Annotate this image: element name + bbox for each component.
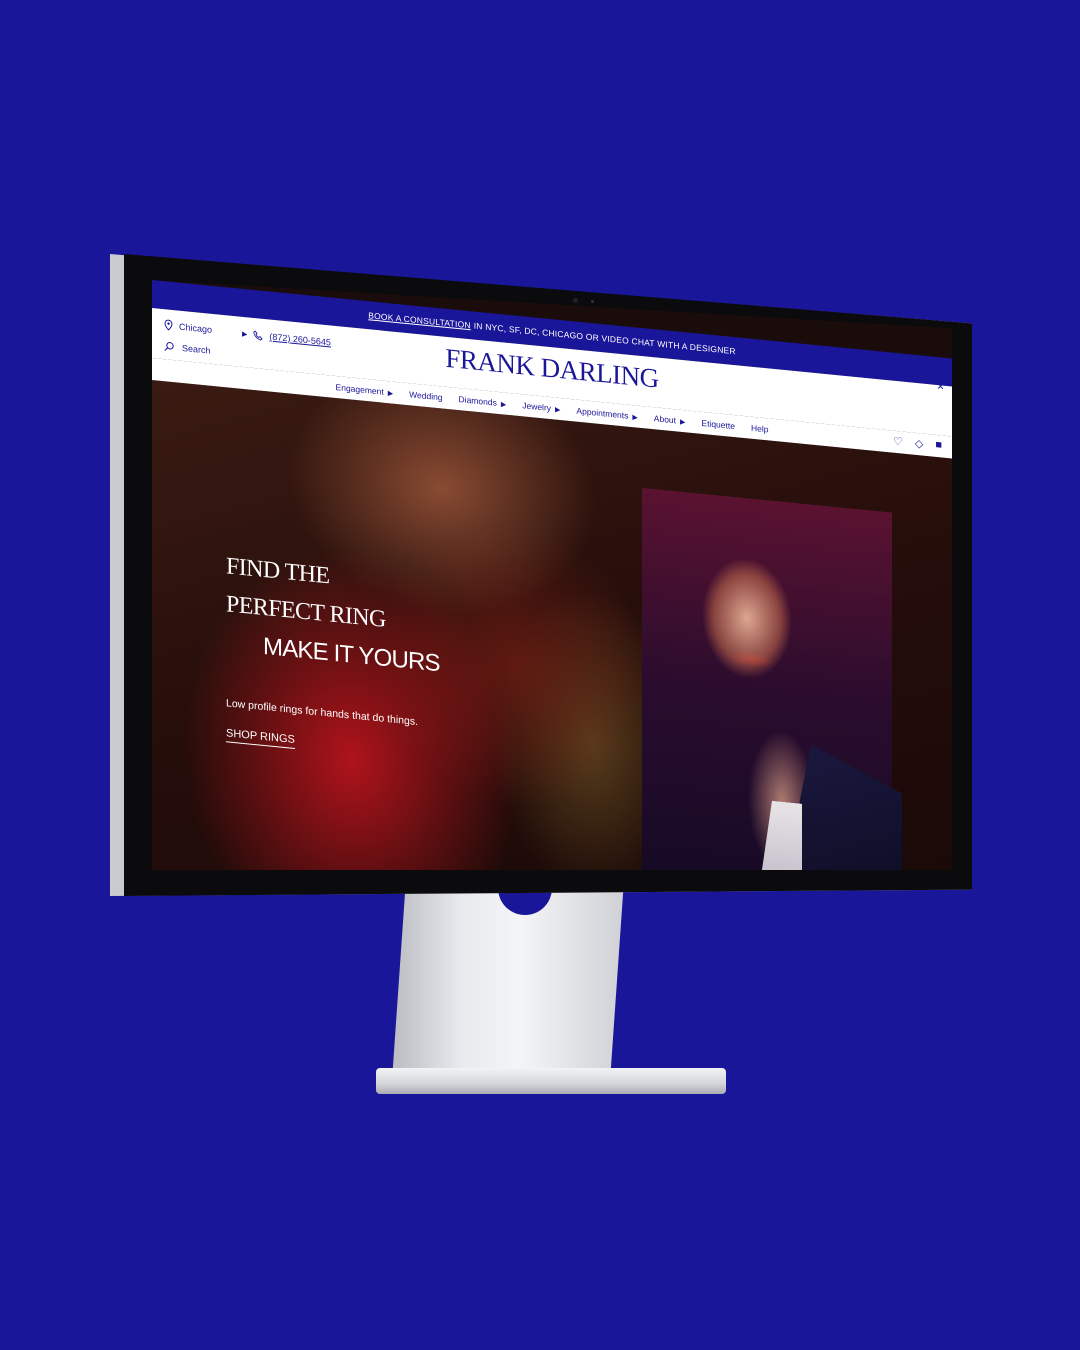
caret-right-icon: ▶	[500, 401, 507, 409]
caret-right-icon: ▶	[680, 418, 686, 427]
nav-item-jewelry[interactable]: Jewelry ▶	[522, 400, 560, 414]
website-viewport: BOOK A CONSULTATION IN NYC, SF, DC, CHIC…	[152, 280, 952, 870]
nav-item-help[interactable]: Help	[751, 423, 768, 435]
website-screen: BOOK A CONSULTATION IN NYC, SF, DC, CHIC…	[152, 280, 952, 870]
camera-icon	[573, 298, 578, 303]
nav-item-engagement[interactable]: Engagement ▶	[336, 382, 394, 398]
hero-copy: FIND THE PERFECT RING MAKE IT YOURS Low …	[226, 547, 440, 763]
nav-label: Jewelry	[522, 400, 552, 414]
caret-right-icon: ▶	[555, 406, 561, 415]
hero-subtitle: Low profile rings for hands that do thin…	[226, 697, 419, 729]
nav-item-appointments[interactable]: Appointments ▶	[576, 406, 637, 422]
nav-label: Engagement	[335, 381, 384, 397]
caret-right-icon: ▶	[387, 390, 394, 398]
header-icon-group: ♡ ◇ ■	[893, 435, 942, 453]
hero-section: FIND THE PERFECT RING MAKE IT YOURS Low …	[152, 380, 952, 870]
shop-rings-button[interactable]: SHOP RINGS	[226, 727, 295, 750]
monitor-stand-base	[376, 1068, 726, 1094]
close-icon[interactable]: ×	[937, 379, 944, 394]
nav-label: Diamonds	[458, 394, 497, 408]
nav-item-wedding[interactable]: Wedding	[409, 389, 442, 402]
nav-item-etiquette[interactable]: Etiquette	[701, 418, 735, 431]
nav-label: Wedding	[409, 389, 443, 403]
nav-label: Help	[750, 422, 769, 435]
nav-label: Etiquette	[701, 417, 735, 432]
book-consultation-link[interactable]: BOOK A CONSULTATION	[368, 310, 471, 330]
bag-icon[interactable]: ■	[935, 439, 942, 453]
camera-sensor	[591, 300, 594, 303]
heart-icon[interactable]: ♡	[893, 435, 903, 449]
monitor-stand	[392, 880, 624, 1080]
nav-item-diamonds[interactable]: Diamonds ▶	[459, 394, 507, 409]
portrait-shirt	[752, 799, 802, 870]
nav-label: About	[653, 413, 677, 426]
caret-right-icon: ▶	[632, 414, 638, 422]
nav-item-about[interactable]: About ▶	[654, 413, 686, 426]
nav-label: Appointments	[576, 405, 629, 421]
hero-portrait-image	[642, 488, 892, 870]
diamond-icon[interactable]: ◇	[915, 437, 923, 451]
